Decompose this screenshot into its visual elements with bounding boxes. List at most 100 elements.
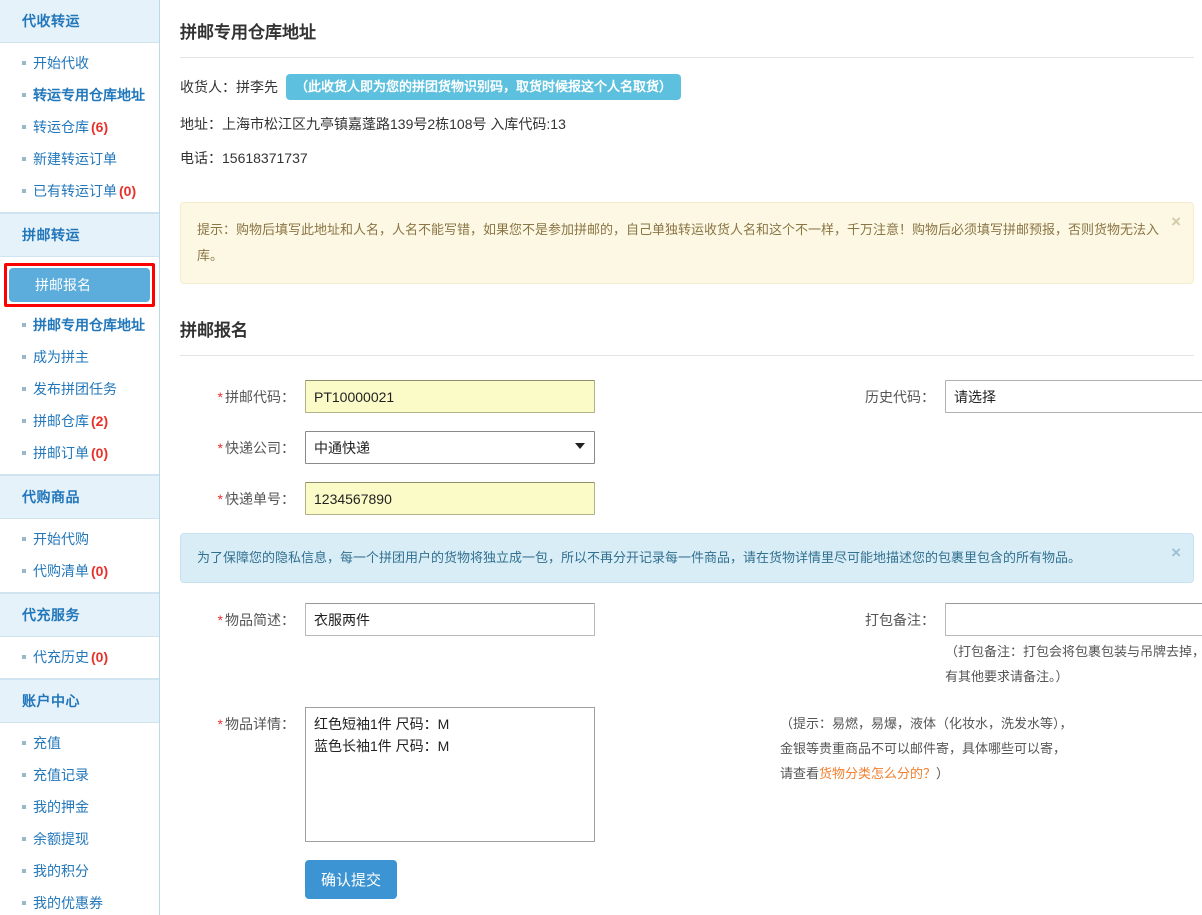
sidebar-item-0[interactable]: 充值 — [0, 727, 159, 759]
bullet-icon — [22, 805, 26, 809]
sidebar-item-1[interactable]: 充值记录 — [0, 759, 159, 791]
field-packing-note: 打包备注： （打包备注：打包会将包裹包装与吊牌去掉，如您有其他要求请备注。） — [770, 603, 1202, 689]
sidebar-item-count: (2) — [91, 413, 108, 429]
sidebar-item-1[interactable]: 拼邮专用仓库地址 — [0, 309, 159, 341]
bullet-icon — [22, 537, 26, 541]
bullet-icon — [22, 157, 26, 161]
sidebar-item-label: 我的优惠券 — [33, 893, 103, 913]
warning-alert: 提示：购物后填写此地址和人名，人名不能写错，如果您不是参加拼邮的，自己单独转运收… — [180, 202, 1194, 284]
sidebar-item-3[interactable]: 余额提现 — [0, 823, 159, 855]
bullet-icon — [22, 323, 26, 327]
sidebar-section-list: 开始代收转运专用仓库地址转运仓库(6)新建转运订单已有转运订单(0) — [0, 43, 159, 213]
form-row-summary: *物品简述： 打包备注： （打包备注：打包会将包裹包装与吊牌去掉，如您有其他要求… — [160, 603, 1202, 689]
sidebar-item-0[interactable]: 拼邮报名 — [9, 268, 150, 302]
sidebar-item-1[interactable]: 代购清单(0) — [0, 555, 159, 587]
sidebar-item-count: (0) — [91, 563, 108, 579]
sidebar-item-label: 发布拼团任务 — [33, 379, 117, 399]
close-icon[interactable]: × — [1171, 213, 1181, 230]
item-detail-hint-block: （提示：易燃，易爆，液体（化妆水，洗发水等）， 金银等贵重商品不可以邮件寄，具体… — [770, 707, 1202, 786]
field-express-company: *快递公司： 中通快递 — [160, 431, 770, 464]
bullet-icon — [22, 189, 26, 193]
item-detail-hint-2: 金银等贵重商品不可以邮件寄，具体哪些可以寄， — [780, 736, 1073, 761]
sidebar-item-label: 余额提现 — [33, 829, 89, 849]
bullet-icon — [22, 741, 26, 745]
item-summary-input[interactable] — [305, 603, 595, 636]
item-detail-hint-3-line: 请查看货物分类怎么分的？） — [780, 761, 1073, 786]
sidebar-section-header: 账户中心 — [0, 679, 159, 723]
sidebar-section-header: 代收转运 — [0, 0, 159, 43]
packing-note-label: 打包备注： — [770, 603, 945, 630]
bullet-icon — [22, 773, 26, 777]
sidebar-item-count: (0) — [91, 445, 108, 461]
sidebar-item-label: 我的积分 — [33, 861, 89, 881]
sidebar-item-2[interactable]: 转运仓库(6) — [0, 111, 159, 143]
sidebar-item-0[interactable]: 代充历史(0) — [0, 641, 159, 673]
sidebar-item-label: 开始代购 — [33, 529, 89, 549]
form-row-detail: *物品详情： 红色短袖1件 尺码：M 蓝色长袖1件 尺码：M （提示：易燃，易爆… — [160, 707, 1202, 842]
sidebar-item-label: 充值 — [33, 733, 61, 753]
sidebar-item-label: 转运专用仓库地址 — [33, 85, 145, 105]
info-alert-text: 为了保障您的隐私信息，每一个拼团用户的货物将独立成一包，所以不再分开记录每一件商… — [197, 550, 1081, 565]
packing-note-input[interactable] — [945, 603, 1202, 636]
pinyou-code-input[interactable] — [305, 380, 595, 413]
sidebar-active-item-highlight[interactable]: 拼邮报名 — [4, 263, 155, 307]
express-company-label: *快递公司： — [160, 431, 305, 458]
page-title: 拼邮专用仓库地址 — [160, 0, 1202, 57]
sidebar-item-4[interactable]: 拼邮仓库(2) — [0, 405, 159, 437]
close-icon[interactable]: × — [1171, 544, 1181, 561]
sidebar-item-label: 代购清单 — [33, 561, 89, 581]
bullet-icon — [22, 837, 26, 841]
field-pinyou-code: *拼邮代码： — [160, 380, 770, 413]
tracking-number-input[interactable] — [305, 482, 595, 515]
sidebar-item-label: 拼邮专用仓库地址 — [33, 315, 145, 335]
hint-spacer — [770, 707, 780, 714]
item-detail-hint-3: 请查看 — [780, 766, 819, 781]
sidebar-item-label: 拼邮仓库 — [33, 411, 89, 431]
main-content: 拼邮专用仓库地址 收货人：拼李先 （此收货人即为您的拼团货物识别码，取货时候报这… — [160, 0, 1202, 915]
sidebar-item-5[interactable]: 拼邮订单(0) — [0, 437, 159, 469]
pinyou-signup-form: *拼邮代码： 历史代码： 请选择 — [160, 356, 1202, 899]
sidebar-item-label: 充值记录 — [33, 765, 89, 785]
sidebar-item-0[interactable]: 开始代收 — [0, 47, 159, 79]
sidebar-item-0[interactable]: 开始代购 — [0, 523, 159, 555]
field-history-code: 历史代码： 请选择 — [770, 380, 1202, 413]
cargo-classification-link[interactable]: 货物分类怎么分的？ — [819, 766, 936, 781]
item-detail-hint-4: ） — [936, 766, 949, 781]
receiver-line: 收货人：拼李先 （此收货人即为您的拼团货物识别码，取货时候报这个人名取货） — [180, 74, 1202, 100]
warehouse-address-block: 收货人：拼李先 （此收货人即为您的拼团货物识别码，取货时候报这个人名取货） 地址… — [160, 58, 1202, 188]
bullet-icon — [22, 61, 26, 65]
history-code-label: 历史代码： — [770, 380, 945, 407]
warning-alert-text: 提示：购物后填写此地址和人名，人名不能写错，如果您不是参加拼邮的，自己单独转运收… — [197, 222, 1159, 263]
sidebar-item-3[interactable]: 新建转运订单 — [0, 143, 159, 175]
sidebar-item-3[interactable]: 发布拼团任务 — [0, 373, 159, 405]
sidebar-item-5[interactable]: 我的优惠券 — [0, 887, 159, 915]
item-detail-label-text: 物品详情： — [225, 716, 295, 732]
sidebar-item-2[interactable]: 我的押金 — [0, 791, 159, 823]
sidebar-item-4[interactable]: 已有转运订单(0) — [0, 175, 159, 207]
bullet-icon — [22, 655, 26, 659]
sidebar-item-count: (0) — [91, 649, 108, 665]
pinyou-code-label-text: 拼邮代码： — [225, 389, 295, 405]
sidebar-item-label: 代充历史 — [33, 647, 89, 667]
sidebar-item-label: 已有转运订单 — [33, 181, 117, 201]
bullet-icon — [22, 569, 26, 573]
item-summary-label: *物品简述： — [160, 603, 305, 630]
form-row-submit: 确认提交 — [160, 860, 1202, 899]
express-company-select[interactable]: 中通快递 — [305, 431, 595, 464]
form-row-tracking: *快递单号： — [160, 482, 1202, 515]
item-detail-textarea[interactable]: 红色短袖1件 尺码：M 蓝色长袖1件 尺码：M — [305, 707, 595, 842]
packing-note-hint: （打包备注：打包会将包裹包装与吊牌去掉，如您有其他要求请备注。） — [945, 636, 1202, 689]
sidebar-item-2[interactable]: 成为拼主 — [0, 341, 159, 373]
form-row-codes: *拼邮代码： 历史代码： 请选择 — [160, 380, 1202, 413]
item-detail-label: *物品详情： — [160, 707, 305, 734]
required-mark: * — [218, 612, 223, 628]
sidebar-item-4[interactable]: 我的积分 — [0, 855, 159, 887]
sidebar: 代收转运开始代收转运专用仓库地址转运仓库(6)新建转运订单已有转运订单(0)拼邮… — [0, 0, 160, 915]
required-mark: * — [218, 716, 223, 732]
sidebar-item-1[interactable]: 转运专用仓库地址 — [0, 79, 159, 111]
history-code-select[interactable]: 请选择 — [945, 380, 1202, 413]
submit-button[interactable]: 确认提交 — [305, 860, 397, 899]
bullet-icon — [22, 355, 26, 359]
field-item-summary: *物品简述： — [160, 603, 770, 636]
express-company-label-text: 快递公司： — [225, 440, 295, 456]
